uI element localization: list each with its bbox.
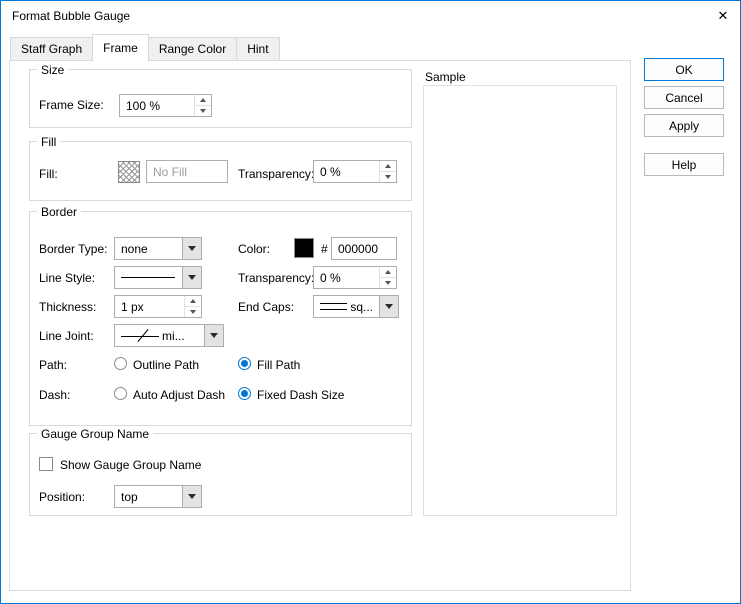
fixed-dash-size-radio-label[interactable]: Fixed Dash Size (257, 388, 344, 402)
spinner-down-icon[interactable] (185, 306, 201, 317)
spinner-up-icon[interactable] (195, 95, 211, 105)
position-value: top (121, 490, 138, 504)
end-caps-label: End Caps: (238, 300, 294, 314)
end-caps-preview (320, 303, 347, 310)
outline-path-radio-label[interactable]: Outline Path (133, 358, 199, 372)
tab-range-color[interactable]: Range Color (148, 37, 237, 61)
spinner-down-icon[interactable] (380, 277, 396, 288)
spinner-up-icon[interactable] (185, 296, 201, 306)
thickness-label: Thickness: (39, 300, 96, 314)
close-icon[interactable]: ✕ (704, 1, 741, 30)
border-type-label: Border Type: (39, 242, 107, 256)
position-dropdown[interactable]: top (114, 485, 202, 508)
sample-preview-area (423, 85, 617, 516)
border-type-value: none (121, 242, 148, 256)
frame-size-stepper[interactable]: 100 % (119, 94, 212, 117)
line-joint-value: mi... (162, 329, 185, 343)
tab-hint[interactable]: Hint (236, 37, 279, 61)
chevron-down-icon[interactable] (204, 325, 223, 346)
end-caps-value: sq... (350, 300, 373, 314)
position-label: Position: (39, 490, 85, 504)
fixed-dash-size-radio[interactable] (238, 387, 251, 400)
show-gauge-group-name-label[interactable]: Show Gauge Group Name (60, 458, 201, 472)
line-joint-label: Line Joint: (39, 329, 94, 343)
spinner-down-icon[interactable] (195, 105, 211, 116)
line-joint-dropdown[interactable]: mi... (114, 324, 224, 347)
cancel-button[interactable]: Cancel (644, 86, 724, 109)
show-gauge-group-name-checkbox[interactable] (39, 457, 53, 471)
spinner-up-icon[interactable] (380, 161, 396, 171)
frame-size-value: 100 % (120, 95, 194, 116)
fill-path-radio[interactable] (238, 357, 251, 370)
color-swatch[interactable] (294, 238, 314, 258)
chevron-down-icon[interactable] (379, 296, 398, 317)
thickness-value: 1 px (115, 296, 184, 317)
line-style-dropdown[interactable] (114, 266, 202, 289)
tab-staff-graph[interactable]: Staff Graph (10, 37, 93, 61)
border-transparency-label: Transparency: (238, 271, 314, 285)
color-hex-field[interactable]: 000000 (331, 237, 397, 260)
apply-button[interactable]: Apply (644, 114, 724, 137)
gauge-group-name-title: Gauge Group Name (37, 427, 153, 441)
fill-label: Fill: (39, 167, 58, 181)
ok-button[interactable]: OK (644, 58, 724, 81)
fill-transparency-label: Transparency: (238, 167, 314, 181)
thickness-stepper[interactable]: 1 px (114, 295, 202, 318)
color-hash-label: # (321, 242, 328, 256)
help-button[interactable]: Help (644, 153, 724, 176)
sample-title: Sample (425, 70, 466, 84)
size-group-title: Size (37, 63, 68, 77)
auto-adjust-dash-radio-label[interactable]: Auto Adjust Dash (133, 388, 225, 402)
border-transparency-value: 0 % (314, 267, 379, 288)
line-joint-preview (121, 330, 159, 342)
dash-label: Dash: (39, 388, 70, 402)
tab-frame[interactable]: Frame (92, 34, 149, 62)
dialog-title: Format Bubble Gauge (12, 9, 130, 23)
frame-size-spin-buttons (194, 95, 211, 116)
fill-path-radio-label[interactable]: Fill Path (257, 358, 300, 372)
chevron-down-icon[interactable] (182, 238, 201, 259)
chevron-down-icon[interactable] (182, 267, 201, 288)
format-bubble-gauge-dialog: Format Bubble Gauge ✕ Staff Graph Frame … (0, 0, 741, 604)
spinner-down-icon[interactable] (380, 171, 396, 182)
fill-transparency-stepper[interactable]: 0 % (313, 160, 397, 183)
fill-transparency-spin-buttons (379, 161, 396, 182)
color-label: Color: (238, 242, 270, 256)
no-fill-pattern-icon[interactable] (118, 161, 140, 183)
tab-bar: Staff Graph Frame Range Color Hint (10, 36, 279, 61)
path-label: Path: (39, 358, 67, 372)
border-group-title: Border (37, 205, 81, 219)
border-transparency-stepper[interactable]: 0 % (313, 266, 397, 289)
border-transparency-spin-buttons (379, 267, 396, 288)
fill-group-title: Fill (37, 135, 60, 149)
frame-size-label: Frame Size: (39, 98, 104, 112)
gauge-group-name-group (29, 433, 412, 516)
spinner-up-icon[interactable] (380, 267, 396, 277)
line-style-label: Line Style: (39, 271, 95, 285)
fill-transparency-value: 0 % (314, 161, 379, 182)
fill-value-field[interactable]: No Fill (146, 160, 228, 183)
auto-adjust-dash-radio[interactable] (114, 387, 127, 400)
thickness-spin-buttons (184, 296, 201, 317)
chevron-down-icon[interactable] (182, 486, 201, 507)
end-caps-dropdown[interactable]: sq... (313, 295, 399, 318)
border-type-dropdown[interactable]: none (114, 237, 202, 260)
outline-path-radio[interactable] (114, 357, 127, 370)
line-style-preview (121, 277, 175, 278)
